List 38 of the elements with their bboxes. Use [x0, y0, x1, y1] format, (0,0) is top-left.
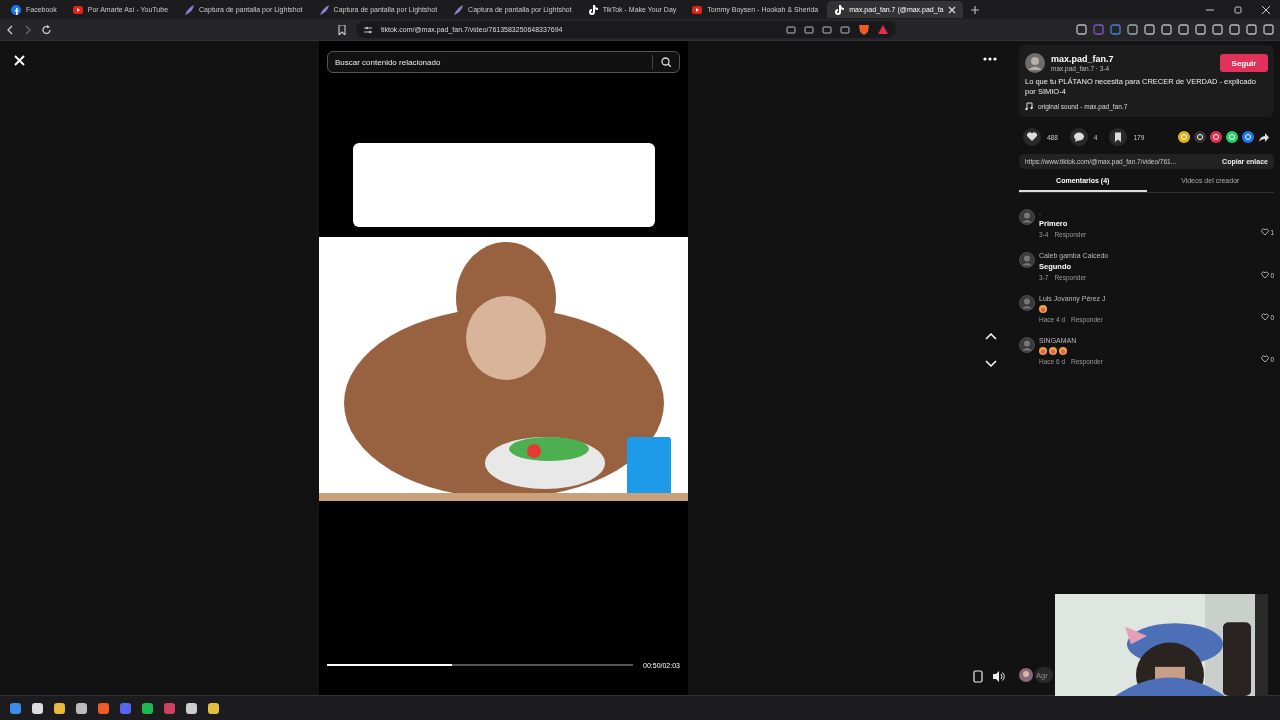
smiley-icon: [1039, 305, 1047, 313]
heart-icon[interactable]: [1261, 228, 1270, 236]
reload-icon[interactable]: [42, 24, 52, 35]
heart-icon[interactable]: [1261, 355, 1270, 363]
avatar-icon[interactable]: [1019, 295, 1035, 311]
note-icon: [587, 4, 598, 15]
bookmark-icon[interactable]: [1109, 128, 1128, 146]
play-icon: [692, 4, 703, 15]
comment-icon[interactable]: [1069, 128, 1088, 146]
search-field[interactable]: Buscar contenido relacionado: [327, 51, 680, 73]
chevron-down-icon[interactable]: [984, 358, 998, 369]
close-icon[interactable]: [948, 5, 957, 14]
avatar-icon[interactable]: [1019, 337, 1035, 353]
restore-icon[interactable]: [1234, 5, 1242, 14]
close-icon[interactable]: [1262, 5, 1270, 14]
chevron-up-icon[interactable]: [984, 331, 998, 342]
play-icon: [72, 4, 83, 15]
avatar-icon[interactable]: [1025, 53, 1045, 73]
feather-icon: [184, 4, 195, 15]
volume-icon[interactable]: [992, 670, 1006, 683]
phone-icon[interactable]: [972, 670, 984, 683]
avatar-icon[interactable]: [1019, 209, 1035, 225]
heart-icon[interactable]: [1261, 313, 1270, 321]
back-icon[interactable]: [6, 24, 14, 35]
avatar-icon[interactable]: [1019, 668, 1033, 682]
music-note-icon: [1025, 101, 1033, 111]
bookmark-icon[interactable]: [338, 24, 346, 35]
plus-icon[interactable]: [971, 5, 980, 14]
note-icon: [834, 4, 845, 15]
follow-button[interactable]: Seguir: [1220, 54, 1268, 72]
site-settings-icon[interactable]: [364, 24, 373, 35]
forward-icon[interactable]: [24, 24, 32, 35]
feather-icon: [318, 4, 329, 15]
avatar-icon[interactable]: [1019, 252, 1035, 268]
heart-icon[interactable]: [1261, 271, 1270, 279]
triangle-icon[interactable]: [878, 24, 888, 35]
feather-icon: [453, 4, 464, 15]
author-name[interactable]: max.pad_fan.7: [1051, 54, 1114, 64]
